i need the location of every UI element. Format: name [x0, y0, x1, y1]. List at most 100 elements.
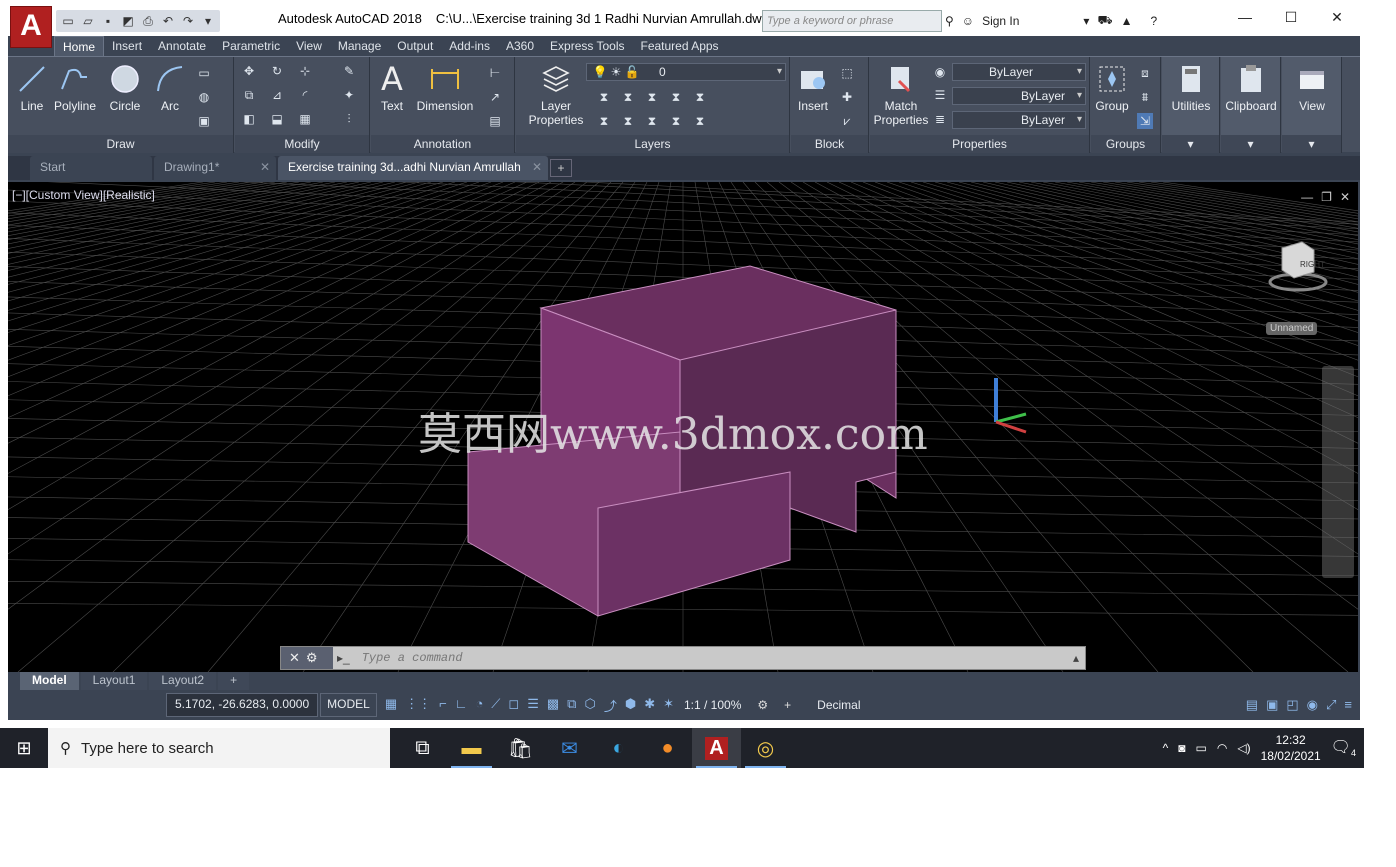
utilities-expand-icon[interactable]: ▾ [1162, 135, 1219, 153]
undo-icon[interactable]: ↶ [160, 13, 176, 29]
groups-panel-title[interactable]: Groups [1091, 135, 1160, 153]
layer-tool-2-icon[interactable]: ⧗ [620, 89, 636, 105]
file-explorer-icon[interactable]: ▬ [447, 728, 496, 768]
tab-add-ins[interactable]: Add-ins [441, 36, 498, 56]
utilities-button[interactable]: Utilities [1166, 63, 1216, 113]
autodesk-app-icon[interactable]: ▲ [1121, 14, 1133, 28]
group-button[interactable]: Group [1093, 63, 1131, 113]
cart-icon[interactable]: ⛟ [1097, 13, 1112, 29]
edge-icon[interactable]: ◐ [594, 728, 643, 768]
add-layout-button[interactable]: + [218, 672, 250, 690]
annotation-scale-icon[interactable]: ✶ [663, 696, 674, 715]
text-button[interactable]: A Text [375, 63, 409, 113]
stretch-icon[interactable]: ◧ [241, 111, 257, 127]
navigation-bar[interactable] [1322, 366, 1354, 578]
viewport-minimize-icon[interactable]: — [1301, 190, 1313, 204]
clipboard-button[interactable]: Clipboard [1223, 63, 1279, 113]
firefox-icon[interactable]: ● [643, 728, 692, 768]
insert-block-button[interactable]: Insert [793, 63, 833, 113]
layers-panel-title[interactable]: Layers [516, 135, 789, 153]
start-button[interactable]: ⊞ [0, 728, 48, 768]
viewport-controls-label[interactable]: [−][Custom View][Realistic] [12, 188, 155, 202]
layer-tool-10-icon[interactable]: ⧗ [692, 113, 708, 129]
offset-icon[interactable]: ⫶ [341, 111, 357, 127]
snap-icon[interactable]: ⋮⋮ [405, 696, 431, 715]
command-history-icon[interactable]: ▴ [1073, 651, 1085, 665]
ortho-icon[interactable]: ∟ [455, 696, 468, 715]
command-prompt-icon[interactable]: ▸_ [333, 651, 354, 665]
rectangle-icon[interactable]: ▭ [196, 65, 212, 81]
copy-icon[interactable]: ⧉ [241, 87, 257, 103]
block-panel-title[interactable]: Block [791, 135, 868, 153]
transparency-icon[interactable]: ▩ [547, 696, 559, 715]
polyline-button[interactable]: Polyline [52, 63, 98, 113]
group-selection-icon[interactable]: ⇲ [1137, 113, 1153, 129]
tab-annotate[interactable]: Annotate [150, 36, 214, 56]
new-tab-button[interactable]: + [550, 159, 572, 177]
hardware-acceleration-icon[interactable]: ◉ [1307, 697, 1318, 713]
chevron-down-icon[interactable]: ▾ [1083, 14, 1089, 28]
volume-icon[interactable]: ◁) [1237, 741, 1250, 755]
close-tab-icon[interactable]: ✕ [260, 160, 270, 174]
notifications-icon[interactable]: 🗨4 [1331, 737, 1356, 758]
tab-insert[interactable]: Insert [104, 36, 150, 56]
quick-properties-icon[interactable]: ▤ [1246, 697, 1258, 713]
tab-manage[interactable]: Manage [330, 36, 389, 56]
edit-block-icon[interactable]: ✚ [839, 89, 855, 105]
battery-icon[interactable]: ▭ [1196, 741, 1207, 755]
coordinates-readout[interactable]: 5.1702, -26.6283, 0.0000 [166, 693, 319, 717]
dimension-button[interactable]: Dimension [413, 63, 477, 113]
open-icon[interactable]: ▱ [80, 13, 96, 29]
move-icon[interactable]: ✥ [241, 63, 257, 79]
tab-a360[interactable]: A360 [498, 36, 542, 56]
trim-icon[interactable]: ⊹ [297, 63, 313, 79]
app-menu-button[interactable]: A [10, 6, 52, 48]
file-tab-drawing1[interactable]: Drawing1* ✕ [154, 156, 276, 180]
hatch-icon[interactable]: ◍ [196, 89, 212, 105]
tab-express-tools[interactable]: Express Tools [542, 36, 632, 56]
save-as-icon[interactable]: ◩ [120, 13, 136, 29]
table-icon[interactable]: ▤ [487, 113, 503, 129]
grid-icon[interactable]: ▦ [385, 696, 397, 715]
region-icon[interactable]: ▣ [196, 113, 212, 129]
tab-view[interactable]: View [288, 36, 330, 56]
3d-osnap-icon[interactable]: ⬡ [584, 696, 595, 715]
wifi-icon[interactable]: ◠ [1217, 741, 1227, 755]
model-space-button[interactable]: MODEL [320, 693, 377, 717]
line-button[interactable]: Line [14, 63, 50, 113]
ucs-menu[interactable]: Unnamed [1266, 322, 1318, 335]
group-edit-icon[interactable]: ⩩ [1137, 89, 1153, 105]
view-panel[interactable]: View ▾ [1282, 57, 1342, 153]
tab-layout1[interactable]: Layout1 [80, 672, 148, 690]
modify-panel-title[interactable]: Modify [235, 135, 369, 153]
view-expand-icon[interactable]: ▾ [1282, 135, 1341, 153]
rotate-icon[interactable]: ↻ [269, 63, 285, 79]
clipboard-expand-icon[interactable]: ▾ [1221, 135, 1280, 153]
lineweight-toggle-icon[interactable]: ☰ [527, 696, 539, 715]
lineweight-dropdown[interactable]: ByLayer [952, 111, 1086, 129]
circle-button[interactable]: Circle [106, 63, 144, 113]
customize-command-icon[interactable]: ⚙ [306, 650, 318, 666]
selection-cycling-icon[interactable]: ⧉ [567, 696, 576, 715]
scale-icon[interactable]: ⬓ [269, 111, 285, 127]
units-value[interactable]: Decimal [817, 698, 860, 712]
plus-icon[interactable]: + [784, 698, 791, 712]
tab-home[interactable]: Home [54, 36, 105, 56]
polar-icon[interactable]: ◔ [475, 696, 483, 715]
annotation-scale-value[interactable]: 1:1 / 100% [684, 698, 741, 712]
store-icon[interactable]: 🛍 [496, 728, 545, 768]
clean-screen-icon[interactable]: ⤢ [1326, 697, 1336, 713]
properties-panel-title[interactable]: Properties [870, 135, 1089, 153]
layer-tool-1-icon[interactable]: ⧗ [596, 89, 612, 105]
recorder-icon[interactable]: ◎ [741, 728, 790, 768]
color-dropdown[interactable]: ByLayer [952, 63, 1086, 81]
sign-in-link[interactable]: Sign In [982, 14, 1019, 28]
meet-now-icon[interactable]: ◙ [1178, 741, 1185, 755]
layer-tool-5-icon[interactable]: ⧗ [692, 89, 708, 105]
lock-ui-icon[interactable]: ▣ [1266, 697, 1278, 713]
annotation-visibility-icon[interactable]: ✱ [644, 696, 655, 715]
tab-parametric[interactable]: Parametric [214, 36, 288, 56]
command-input[interactable]: Type a command [354, 651, 1073, 665]
customization-icon[interactable]: ≡ [1344, 697, 1352, 713]
viewcube[interactable]: RIGHT [1268, 240, 1328, 292]
